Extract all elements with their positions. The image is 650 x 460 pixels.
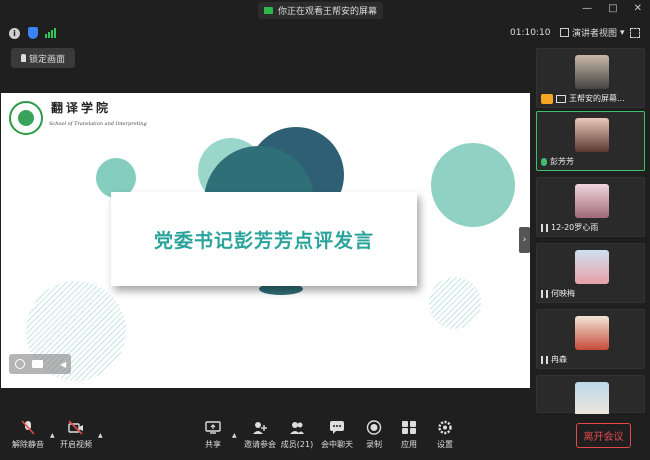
window-controls: — □ ✕ [582,3,642,14]
title-bar: 你正在观看王帮安的屏幕 — □ ✕ [0,0,650,22]
participant-panel: 王帮安的屏幕... 彭芳芳 12-20罗心雨 何映梅 冉森 [533,44,650,416]
chevron-down-icon: ▾ [620,27,625,38]
view-mode-button[interactable]: 演讲者视图 ▾ [560,26,625,39]
record-label: 录制 [366,440,382,449]
share-screen-icon [205,421,221,434]
participant-tile[interactable]: 何映梅 [536,243,645,303]
participant-tile[interactable]: 冉森 [536,309,645,369]
apps-icon [402,421,416,434]
video-options-caret[interactable]: ▲ [98,432,103,439]
members-label: 成员(21) [280,440,314,449]
grid-icon [560,28,569,37]
add-user-icon [253,422,267,434]
close-button[interactable]: ✕ [634,3,642,14]
invite-label: 邀请参会 [244,440,276,449]
maximize-button[interactable]: □ [608,3,617,14]
mic-on-icon [541,157,547,166]
settings-label: 设置 [437,440,453,449]
school-logo [9,101,43,135]
members-icon [290,422,304,434]
mic-off-icon [541,223,548,232]
start-video-button[interactable]: 开启视频 [54,420,98,450]
avatar [575,250,609,284]
mic-off-icon [21,420,35,435]
mic-off-icon [541,355,548,364]
meeting-window: 你正在观看王帮安的屏幕 — □ ✕ i 01:10:10 演讲者视图 ▾ 锁定画… [0,0,650,460]
lock-view-button[interactable]: 锁定画面 [11,48,75,68]
view-mode-label: 演讲者视图 [572,29,618,39]
screen-share-notice-text: 你正在观看王帮安的屏幕 [278,7,378,17]
slide-controls: ◀ [9,354,71,374]
members-button[interactable]: 成员(21) [275,420,319,450]
avatar [575,382,609,416]
participant-name: 冉森 [551,355,567,364]
participant-tile[interactable]: 王帮安的屏幕... [536,48,645,108]
avatar [575,55,609,89]
participant-tile[interactable]: 彭芳芳 [536,111,645,171]
participant-tile[interactable]: 12-20罗心雨 [536,177,645,237]
avatar [575,184,609,218]
school-name-cn: 翻译学院 [51,101,112,115]
participant-name: 12-20罗心雨 [551,223,599,232]
avatar [575,316,609,350]
participant-name: 彭芳芳 [550,157,574,166]
unmute-label: 解除静音 [12,440,44,449]
start-video-label: 开启视频 [60,440,92,449]
share-options-caret[interactable]: ▲ [232,432,237,439]
share-label: 共享 [205,440,221,449]
chat-bubble-icon[interactable] [32,360,43,368]
camera-off-icon [68,420,83,435]
decor-circle [431,143,515,227]
participant-name-row: 王帮安的屏幕... [541,93,625,104]
participant-name-row: 冉森 [541,354,567,365]
participant-name: 王帮安的屏幕... [569,94,625,103]
screen-share-icon [264,7,273,14]
minimize-button[interactable]: — [582,3,592,14]
participant-name-row: 何映梅 [541,288,575,299]
record-icon [366,420,382,435]
decor-hatched-circle [429,277,481,329]
signal-icon[interactable] [45,28,56,38]
meeting-timer: 01:10:10 [510,28,551,38]
host-icon [541,93,553,104]
unmute-button[interactable]: 解除静音 [6,420,50,450]
status-bar: i 01:10:10 演讲者视图 ▾ [0,22,650,44]
lock-view-label: 锁定画面 [28,54,65,65]
leave-meeting-button[interactable]: 离开会议 [576,423,631,448]
mic-off-icon [541,289,548,298]
chat-icon [330,421,344,434]
participant-tile[interactable] [536,375,645,416]
fullscreen-icon[interactable] [630,28,640,38]
gear-icon [438,420,452,435]
annotate-icon[interactable] [15,359,25,369]
screen-share-notice[interactable]: 你正在观看王帮安的屏幕 [258,2,384,19]
bottom-toolbar: 解除静音 ▲ 开启视频 ▲ 共享 ▲ 邀请参会 成员(21) 会中聊天 录制 应… [0,414,650,460]
participant-name-row: 彭芳芳 [541,156,574,167]
avatar [575,118,609,152]
shared-screen: 翻译学院 School of Translation and Interpret… [1,93,530,388]
pin-icon [20,54,26,62]
settings-button[interactable]: 设置 [423,420,467,450]
info-icon[interactable]: i [9,28,20,39]
share-button[interactable]: 共享 [191,420,235,450]
slide-headline: 党委书记彭芳芳点评发言 [153,229,374,252]
shield-icon[interactable] [28,27,38,39]
chat-label: 会中聊天 [321,440,353,449]
screen-share-icon [556,94,566,103]
headline-box: 党委书记彭芳芳点评发言 [111,192,417,286]
apps-label: 应用 [401,440,417,449]
panel-collapse-handle[interactable]: › [519,227,530,253]
collapse-left-icon[interactable]: ◀ [60,360,66,369]
participant-name-row: 12-20罗心雨 [541,222,598,233]
participant-name: 何映梅 [551,289,575,298]
school-name-en: School of Translation and Interpreting [49,121,147,127]
